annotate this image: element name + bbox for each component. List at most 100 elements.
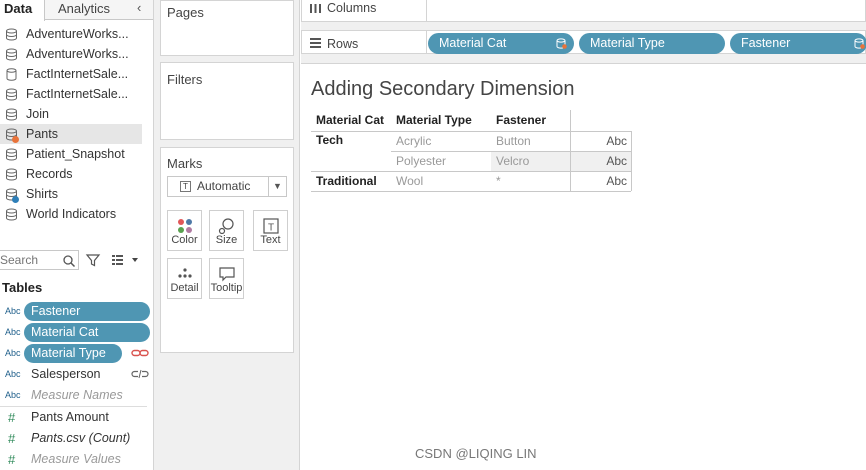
rows-pill-fastener[interactable]: Fastener: [730, 33, 866, 54]
cell-value[interactable]: Abc: [571, 131, 627, 151]
tooltip-button[interactable]: Tooltip: [209, 258, 244, 299]
button-label: Text: [260, 234, 281, 246]
tab-analytics[interactable]: Analytics: [58, 0, 110, 20]
field-item-pants-amount[interactable]: # Pants Amount: [0, 407, 153, 428]
field-label: Pants Amount: [31, 410, 109, 424]
field-item-material-type[interactable]: Abc Material Type: [0, 343, 153, 364]
cell-material-cat[interactable]: Traditional: [316, 171, 377, 191]
datasource-item[interactable]: Records: [0, 164, 153, 184]
header-fastener[interactable]: Fastener: [496, 110, 546, 131]
number-type-icon: #: [8, 410, 16, 425]
field-label: Salesperson: [31, 367, 101, 381]
rows-icon: [310, 38, 321, 48]
cell-material-type[interactable]: Acrylic: [396, 131, 431, 151]
string-type-icon: Abc: [5, 348, 21, 358]
tab-data[interactable]: Data: [0, 0, 45, 21]
datasource-icon: [6, 208, 17, 221]
detail-button[interactable]: Detail: [167, 258, 202, 299]
columns-shelf[interactable]: Columns: [301, 0, 866, 22]
columns-shelf-label: Columns: [302, 0, 427, 21]
number-type-icon: #: [8, 431, 16, 446]
field-pill[interactable]: Material Cat: [24, 323, 150, 342]
cell-material-type[interactable]: Polyester: [396, 151, 446, 171]
size-button[interactable]: Size: [209, 210, 244, 251]
cell-material-cat[interactable]: Tech: [316, 130, 343, 150]
rows-shelf[interactable]: Rows Material Cat Material Type Fastener: [301, 30, 866, 54]
datasource-item[interactable]: Join: [0, 104, 153, 124]
filter-icon[interactable]: [85, 252, 101, 268]
datasource-label: FactInternetSale...: [26, 67, 129, 81]
string-type-icon: Abc: [5, 369, 21, 379]
datasource-icon: [6, 28, 17, 41]
view-options-icon[interactable]: [110, 253, 140, 267]
datasource-label: AdventureWorks...: [26, 47, 129, 61]
datasource-label: World Indicators: [26, 207, 117, 221]
shelf-title: Columns: [327, 1, 377, 15]
pill-label: Material Type: [590, 36, 665, 50]
rows-pill-material-type[interactable]: Material Type: [579, 33, 725, 54]
datasource-item[interactable]: Shirts: [0, 184, 153, 204]
string-type-icon: Abc: [5, 306, 21, 316]
card-title: Pages: [167, 5, 204, 20]
header-material-cat[interactable]: Material Cat: [316, 110, 384, 131]
datasource-label: FactInternetSale...: [26, 87, 129, 101]
datasource-label: Pants: [26, 127, 58, 141]
pages-card[interactable]: Pages: [160, 0, 294, 56]
filters-card[interactable]: Filters: [160, 62, 294, 140]
size-icon: [218, 218, 234, 235]
header-material-type[interactable]: Material Type: [396, 110, 472, 131]
search-input[interactable]: [0, 252, 60, 268]
card-title: Filters: [167, 72, 203, 87]
datasource-label: Patient_Snapshot: [26, 147, 125, 161]
sheet-title: Adding Secondary Dimension: [311, 78, 575, 100]
datasource-icon: [6, 48, 17, 61]
mark-type-dropdown[interactable]: T Automatic ▼: [167, 176, 287, 197]
datasource-label: Shirts: [26, 187, 58, 201]
linked-field-icon[interactable]: [131, 347, 149, 359]
rows-shelf-label: Rows: [302, 31, 427, 53]
rows-pill-material-cat[interactable]: Material Cat: [428, 33, 574, 54]
color-button[interactable]: Color: [167, 210, 202, 251]
field-label: Material Type: [31, 346, 106, 360]
datasource-item[interactable]: AdventureWorks...: [0, 24, 153, 44]
field-item-material-cat[interactable]: Abc Material Cat: [0, 322, 153, 343]
search-icon[interactable]: [62, 254, 76, 268]
cell-material-type[interactable]: Wool: [396, 171, 423, 191]
data-pane: Data Analytics ‹ AdventureWorks... Adven…: [0, 0, 154, 470]
datasource-icon: [6, 108, 17, 121]
collapse-pane-icon[interactable]: ‹: [137, 0, 141, 15]
datasource-icon: [6, 88, 17, 101]
field-item-pants-count[interactable]: # Pants.csv (Count): [0, 428, 153, 449]
broken-link-icon[interactable]: [131, 368, 149, 380]
cell-fastener[interactable]: Button: [496, 131, 531, 151]
datasource-label: AdventureWorks...: [26, 27, 129, 41]
cell-fastener[interactable]: *: [496, 171, 501, 191]
tooltip-icon: [219, 267, 235, 282]
datasource-item[interactable]: AdventureWorks...: [0, 44, 153, 64]
tables-heading: Tables: [2, 280, 43, 295]
detail-icon: [178, 268, 192, 278]
pane-tabs: Data Analytics ‹: [0, 0, 153, 21]
text-button[interactable]: T Text: [253, 210, 288, 251]
datasource-item[interactable]: Patient_Snapshot: [0, 144, 153, 164]
field-pill[interactable]: Material Type: [24, 344, 122, 363]
datasource-item[interactable]: World Indicators: [0, 204, 153, 224]
cell-fastener[interactable]: Velcro: [496, 151, 529, 171]
field-item-salesperson[interactable]: Abc Salesperson: [0, 364, 153, 385]
field-pill[interactable]: Fastener: [24, 302, 150, 321]
datasource-label: Join: [26, 107, 49, 121]
field-item-fastener[interactable]: Abc Fastener: [0, 301, 153, 322]
datasource-item[interactable]: FactInternetSale...: [0, 64, 153, 84]
field-item-measure-values[interactable]: # Measure Values: [0, 449, 153, 470]
datasource-icon: [6, 148, 17, 161]
datasource-item-selected[interactable]: Pants: [0, 124, 142, 144]
link-primary-icon: [556, 38, 567, 49]
field-label: Measure Values: [31, 452, 121, 466]
datasource-item[interactable]: FactInternetSale...: [0, 84, 153, 104]
watermark: CSDN @LIQING LIN: [415, 446, 537, 461]
cell-value[interactable]: Abc: [571, 151, 627, 171]
string-type-icon: Abc: [5, 327, 21, 337]
color-icon: [178, 219, 192, 233]
field-item-measure-names[interactable]: Abc Measure Names: [0, 385, 153, 406]
cell-value[interactable]: Abc: [571, 171, 627, 191]
